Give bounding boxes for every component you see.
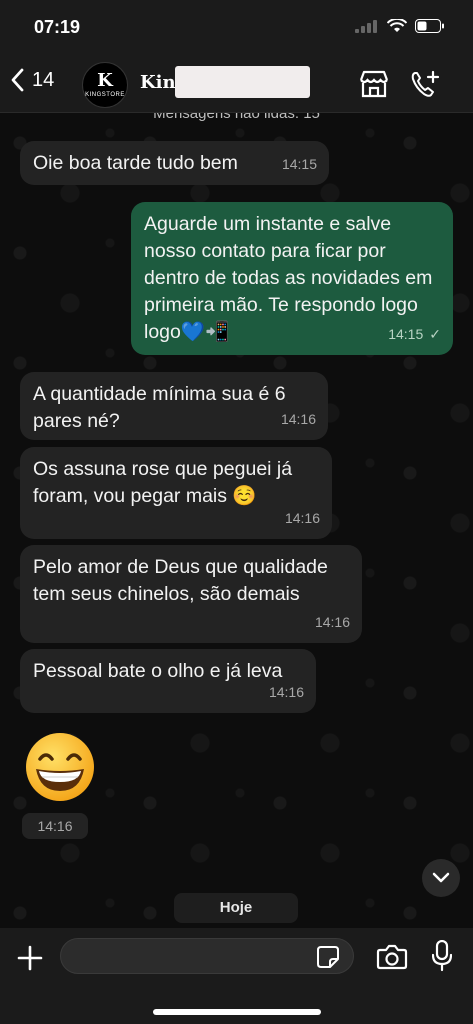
plus-icon[interactable] [16, 944, 44, 972]
message-time: 14:15 [281, 156, 317, 172]
compose-bar [0, 928, 473, 1024]
message-outgoing[interactable]: Aguarde um instante e salve nosso contat… [131, 202, 453, 355]
message-incoming[interactable]: A quantidade mínima sua é 6 pares né? 14… [20, 372, 328, 440]
message-list[interactable]: Mensagens não lidas: 15 Oie boa tarde tu… [0, 113, 473, 928]
microphone-icon[interactable] [432, 940, 452, 972]
chevron-left-icon [11, 68, 24, 92]
message-input[interactable] [60, 938, 354, 974]
message-time: 14:15 [388, 326, 424, 342]
status-icons [355, 19, 445, 33]
unread-count: 14 [32, 68, 55, 91]
phone-plus-icon[interactable] [410, 70, 440, 98]
message-time: 14:16 [22, 813, 88, 839]
battery-icon [415, 19, 444, 33]
wifi-icon [387, 19, 407, 32]
avatar[interactable]: K KINGSTORE [82, 62, 128, 108]
message-meta: 14:15 ✓ [388, 321, 441, 348]
message-incoming[interactable]: Pessoal bate o olho e já leva 14:16 [20, 649, 316, 713]
message-text: Pessoal bate o olho e já leva [33, 660, 283, 682]
back-button[interactable]: 14 [10, 68, 54, 92]
contact-name[interactable]: Kin [140, 72, 176, 93]
message-text: A quantidade mínima sua é 6 pares né? [33, 383, 286, 432]
camera-icon[interactable] [376, 944, 408, 970]
message-incoming[interactable]: Oie boa tarde tudo bem 14:15 [20, 141, 329, 185]
chevron-down-icon [432, 872, 450, 883]
message-time: 14:16 [280, 411, 316, 427]
avatar-brand: KINGSTORE [85, 92, 125, 98]
message-time: 14:16 [284, 510, 320, 526]
chat-header: 14 K KINGSTORE Kin [0, 56, 473, 113]
message-incoming[interactable]: Os assuna rose que peguei já foram, vou … [20, 447, 332, 539]
message-incoming[interactable]: Pelo amor de Deus que qualidade tem seus… [20, 545, 362, 643]
sent-check-icon: ✓ [429, 326, 441, 342]
status-time: 07:19 [34, 17, 81, 37]
scroll-down-button[interactable] [422, 859, 460, 897]
message-time: 14:16 [314, 614, 350, 630]
avatar-logo-letter: K [97, 70, 113, 91]
message-text: Oie boa tarde tudo bem [33, 152, 238, 174]
signal-icon [355, 20, 377, 33]
message-text: Os assuna rose que peguei já foram, vou … [33, 458, 293, 507]
redaction-block [175, 66, 310, 98]
message-time: 14:16 [268, 684, 304, 700]
message-text: Pelo amor de Deus que qualidade tem seus… [33, 556, 328, 605]
grinning-face-emoji[interactable] [22, 729, 98, 805]
status-bar: 07:19 [0, 0, 473, 56]
sticker-icon[interactable] [317, 946, 339, 968]
unread-banner: Mensagens não lidas: 15 [153, 113, 320, 122]
store-icon[interactable] [358, 70, 390, 98]
date-separator: Hoje [174, 893, 298, 923]
home-indicator [153, 1009, 321, 1015]
